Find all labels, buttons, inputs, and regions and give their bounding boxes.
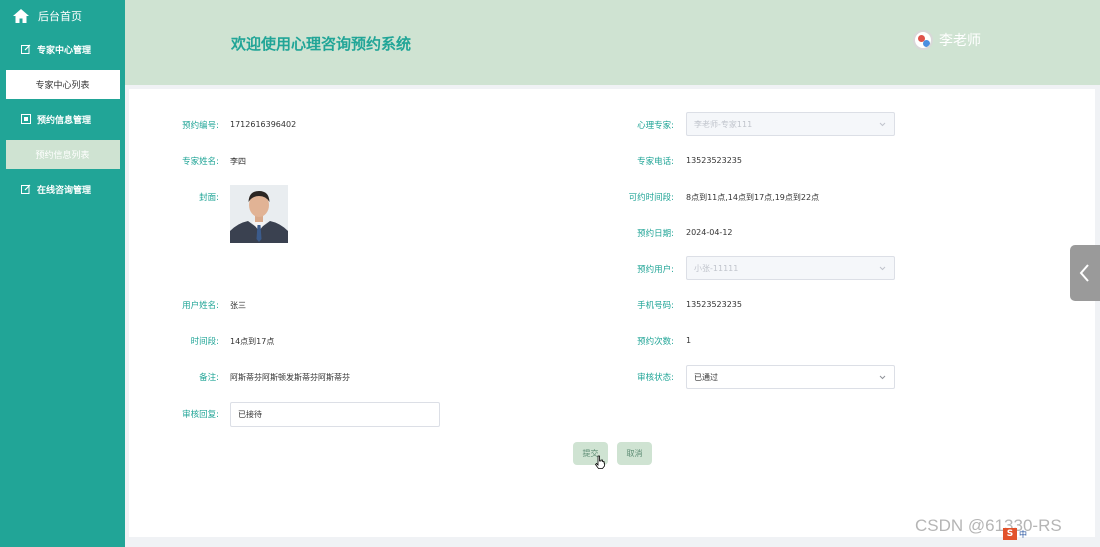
chevron-down-icon xyxy=(879,266,886,271)
user-menu[interactable]: 李老师 xyxy=(913,30,981,50)
booking-no-label: 预约编号: xyxy=(182,121,219,131)
expert-label: 心理专家: xyxy=(637,121,674,131)
ime-lang: 中 xyxy=(1019,529,1027,539)
status-select-value: 已通过 xyxy=(694,372,718,382)
sidebar-item-booking-list[interactable]: 预约信息列表 xyxy=(0,136,125,172)
sidebar-home-label: 后台首页 xyxy=(38,10,82,23)
sidebar-group-consult[interactable]: 在线咨询管理 xyxy=(0,172,125,206)
sidebar-item-label: 专家中心列表 xyxy=(35,80,90,91)
document-icon xyxy=(21,114,31,124)
remark-value: 阿斯蒂芬阿斯顿发斯蒂芬阿斯蒂芬 xyxy=(230,373,350,382)
remark-label: 备注: xyxy=(199,373,219,383)
count-label: 预约次数: xyxy=(637,337,674,347)
portrait-image xyxy=(230,185,288,243)
period-value: 14点到17点 xyxy=(230,337,275,346)
user-label: 预约用户: xyxy=(637,265,674,275)
ime-logo-icon: S xyxy=(1003,528,1017,540)
side-drawer-toggle[interactable] xyxy=(1070,245,1100,301)
sidebar-home[interactable]: 后台首页 xyxy=(0,0,125,32)
expert-select[interactable]: 李老师-专家111 xyxy=(686,112,895,136)
user-select[interactable]: 小张-11111 xyxy=(686,256,895,280)
expert-name-value: 李四 xyxy=(230,157,246,166)
sidebar-group-expert[interactable]: 专家中心管理 xyxy=(0,32,125,66)
reply-label: 审核回复: xyxy=(182,410,219,420)
chevron-left-icon xyxy=(1079,264,1089,282)
expert-phone-value: 13523523235 xyxy=(686,156,742,165)
booking-form: 预约编号: 1712616396402 心理专家: 李老师-专家111 专家姓名… xyxy=(129,89,1095,537)
count-value: 1 xyxy=(686,336,692,345)
reply-input[interactable]: 已接待 xyxy=(230,402,440,427)
cover-label: 封面: xyxy=(199,193,219,203)
sidebar: 后台首页 专家中心管理 专家中心列表 预约信息管理 预约信息列表 在线咨询管理 xyxy=(0,0,125,547)
page-title: 欢迎使用心理咨询预约系统 xyxy=(231,35,412,53)
cover-image xyxy=(230,185,288,243)
mobile-label: 手机号码: xyxy=(637,301,674,311)
hand-cursor-icon xyxy=(594,455,605,469)
sidebar-group-label: 专家中心管理 xyxy=(37,45,92,56)
chevron-down-icon xyxy=(879,122,886,127)
reply-input-value: 已接待 xyxy=(238,410,262,419)
username-value: 张三 xyxy=(230,301,246,310)
edit-icon xyxy=(21,184,31,194)
ime-toolbar[interactable]: S 中 xyxy=(1003,527,1100,541)
cancel-button[interactable]: 取消 xyxy=(617,442,652,465)
home-icon xyxy=(13,9,29,23)
status-select[interactable]: 已通过 xyxy=(686,365,895,389)
status-label: 审核状态: xyxy=(637,373,674,383)
expert-phone-label: 专家电话: xyxy=(637,157,674,167)
sidebar-item-expert-list[interactable]: 专家中心列表 xyxy=(0,66,125,102)
booking-no-value: 1712616396402 xyxy=(230,120,297,129)
username-label: 用户姓名: xyxy=(182,301,219,311)
available-label: 可约时间段: xyxy=(628,193,674,203)
expert-select-value: 李老师-专家111 xyxy=(694,119,753,129)
avatar xyxy=(913,30,933,50)
period-label: 时间段: xyxy=(190,337,219,347)
available-value: 8点到11点,14点到17点,19点到22点 xyxy=(686,193,820,202)
top-header: 欢迎使用心理咨询预约系统 李老师 xyxy=(125,0,1100,85)
mobile-value: 13523523235 xyxy=(686,300,742,309)
date-value: 2024-04-12 xyxy=(686,228,733,237)
chevron-down-icon xyxy=(879,375,886,380)
sidebar-item-label: 预约信息列表 xyxy=(35,150,90,161)
expert-name-label: 专家姓名: xyxy=(182,157,219,167)
sidebar-group-label: 在线咨询管理 xyxy=(37,185,92,196)
sidebar-group-label: 预约信息管理 xyxy=(37,115,92,126)
user-select-value: 小张-11111 xyxy=(694,263,739,273)
date-label: 预约日期: xyxy=(637,229,674,239)
edit-icon xyxy=(21,44,31,54)
user-name: 李老师 xyxy=(939,33,981,49)
sidebar-group-booking[interactable]: 预约信息管理 xyxy=(0,102,125,136)
